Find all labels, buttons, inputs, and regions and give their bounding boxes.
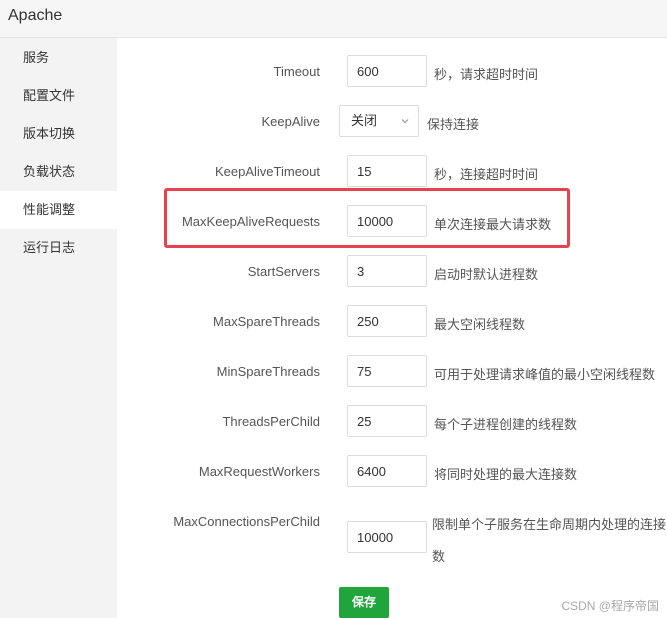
max-spare-threads-label: MaxSpareThreads — [213, 314, 320, 329]
window-title: Apache — [8, 7, 63, 24]
keepalive-label: KeepAlive — [261, 114, 320, 129]
max-keepalive-requests-hint: 单次连接最大请求数 — [434, 217, 552, 232]
sidebar-item-service[interactable]: 服务 — [0, 39, 117, 77]
window-titlebar: Apache — [0, 0, 667, 38]
min-spare-threads-hint: 可用于处理请求峰值的最小空闲线程数 — [434, 367, 656, 382]
sidebar-item-run-log[interactable]: 运行日志 — [0, 229, 117, 267]
sidebar: 服务 配置文件 版本切换 负载状态 性能调整 运行日志 — [0, 38, 117, 618]
threads-per-child-label: ThreadsPerChild — [222, 414, 320, 429]
chevron-down-icon — [401, 119, 409, 124]
max-request-workers-input[interactable] — [347, 455, 427, 487]
save-button[interactable]: 保存 — [339, 587, 389, 618]
start-servers-input[interactable] — [347, 255, 427, 287]
max-spare-threads-input[interactable] — [347, 305, 427, 337]
sidebar-item-performance-tuning[interactable]: 性能调整 — [0, 191, 117, 229]
threads-per-child-input[interactable] — [347, 405, 427, 437]
timeout-hint: 秒，请求超时时间 — [434, 67, 539, 82]
keepalive-timeout-input[interactable] — [347, 155, 427, 187]
keepalive-timeout-label: KeepAliveTimeout — [214, 164, 320, 179]
threads-per-child-hint: 每个子进程创建的线程数 — [434, 417, 578, 432]
max-connections-per-child-hint-line2: 数 — [432, 549, 446, 564]
max-request-workers-label: MaxRequestWorkers — [198, 464, 320, 479]
max-connections-per-child-label: MaxConnectionsPerChild — [173, 514, 320, 529]
sidebar-item-config-file[interactable]: 配置文件 — [0, 77, 117, 115]
sidebar-item-version-switch[interactable]: 版本切换 — [0, 115, 117, 153]
keepalive-hint: 保持连接 — [427, 117, 480, 132]
max-spare-threads-hint: 最大空闲线程数 — [434, 317, 526, 332]
max-keepalive-requests-input[interactable] — [347, 205, 427, 237]
max-request-workers-hint: 将同时处理的最大连接数 — [434, 467, 578, 482]
sidebar-item-load-status[interactable]: 负载状态 — [0, 153, 117, 191]
start-servers-label: StartServers — [247, 264, 320, 279]
timeout-input[interactable] — [347, 55, 427, 87]
max-connections-per-child-input[interactable] — [347, 521, 427, 553]
timeout-label: Timeout — [273, 64, 320, 79]
min-spare-threads-label: MinSpareThreads — [216, 364, 320, 379]
min-spare-threads-input[interactable] — [347, 355, 427, 387]
max-connections-per-child-hint-line1: 限制单个子服务在生命周期内处理的连接 — [432, 517, 667, 532]
keepalive-select-value: 关闭 — [351, 113, 378, 128]
start-servers-hint: 启动时默认进程数 — [434, 267, 539, 282]
watermark: CSDN @程序帝国 — [561, 599, 659, 613]
keepalive-timeout-hint: 秒，连接超时时间 — [434, 167, 539, 182]
keepalive-select[interactable]: 关闭 — [339, 105, 419, 137]
max-keepalive-requests-label: MaxKeepAliveRequests — [181, 214, 320, 229]
